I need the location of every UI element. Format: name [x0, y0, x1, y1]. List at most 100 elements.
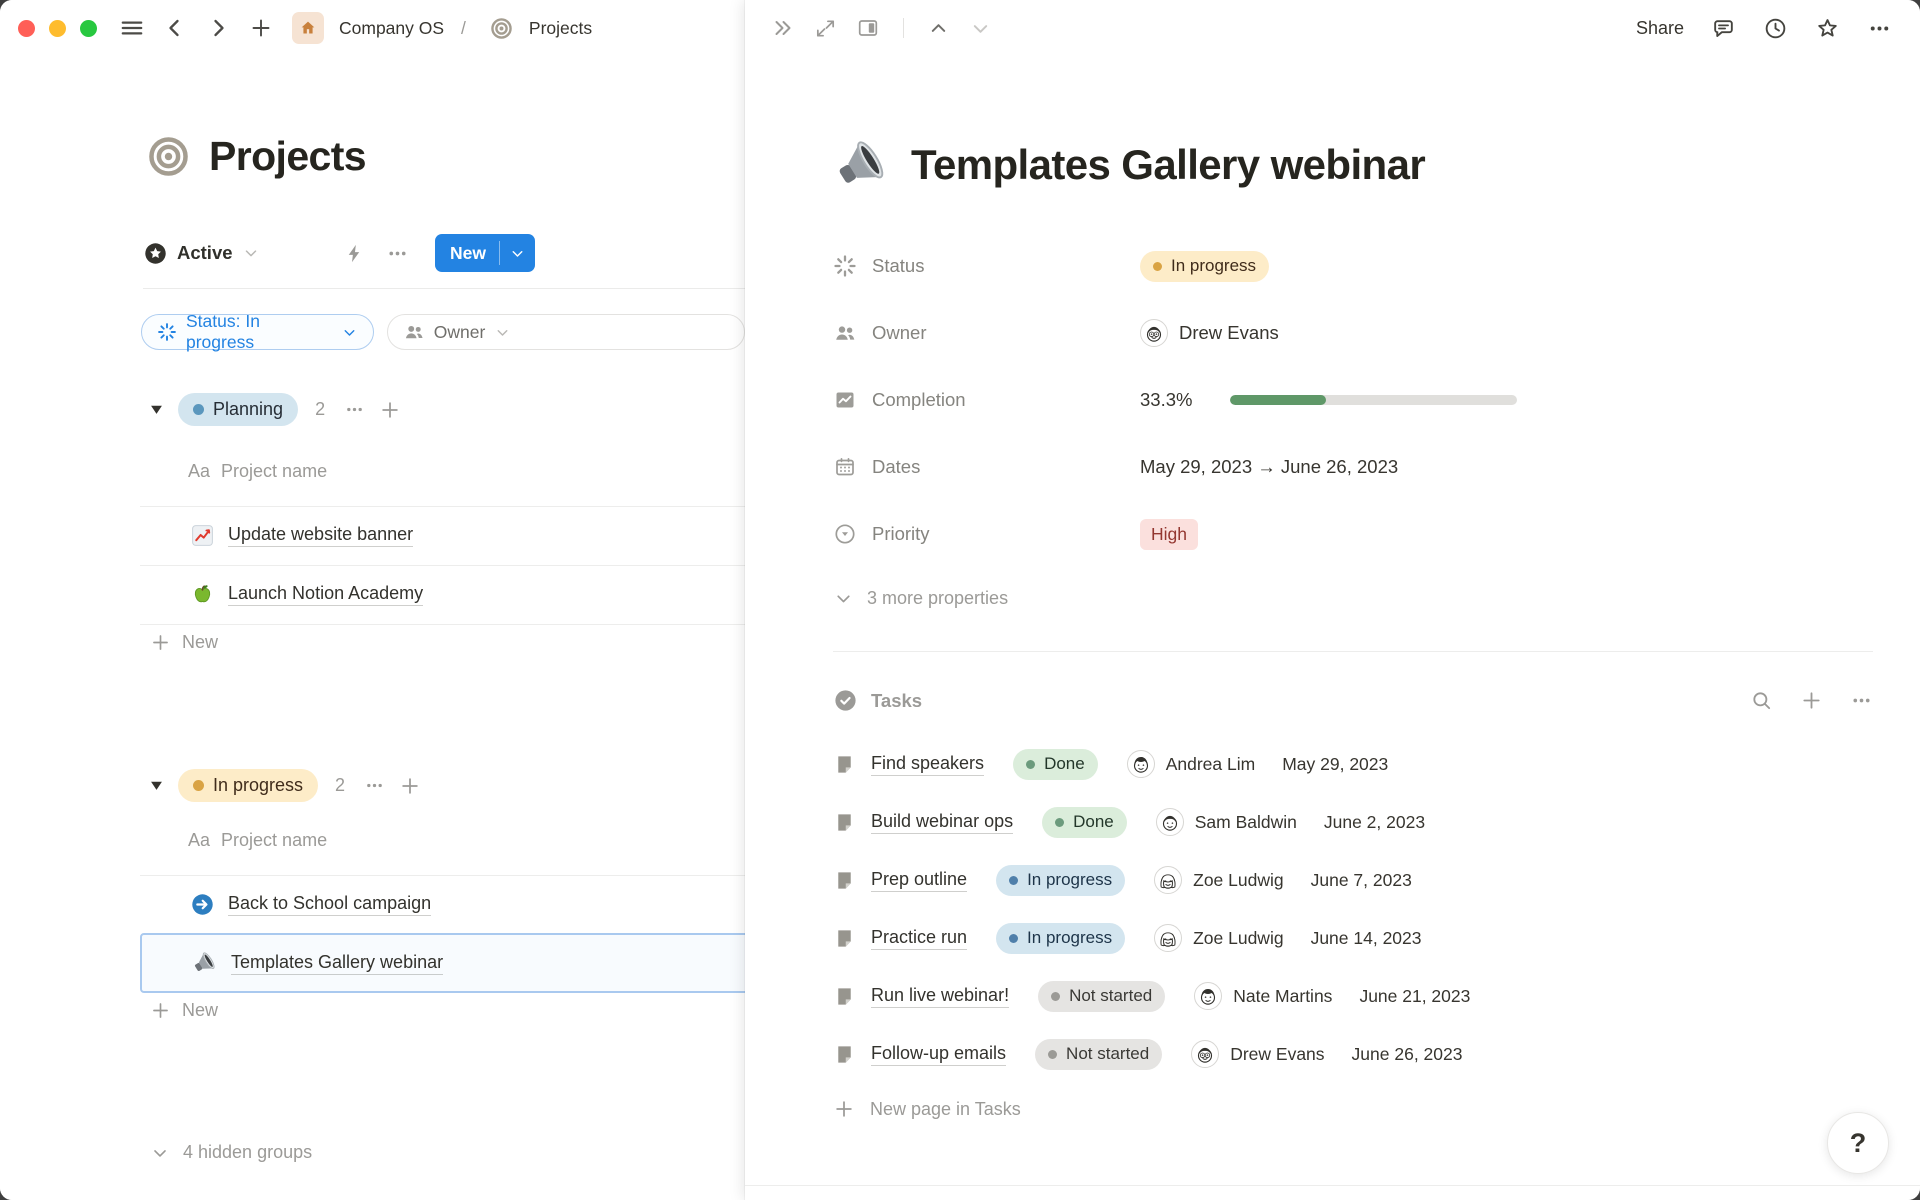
property-value[interactable]: Drew Evans — [1140, 319, 1279, 347]
page-title[interactable]: Templates Gallery webinar — [911, 141, 1425, 189]
group-options-button[interactable] — [364, 775, 385, 796]
property-label[interactable]: Dates — [833, 455, 1140, 479]
share-button[interactable]: Share — [1636, 18, 1684, 39]
task-date[interactable]: June 2, 2023 — [1324, 812, 1425, 833]
project-row[interactable]: Update website banner — [190, 506, 745, 564]
more-properties-toggle[interactable]: 3 more properties — [833, 588, 1873, 609]
automations-button[interactable] — [343, 242, 366, 265]
property-label[interactable]: Owner — [833, 321, 1140, 345]
project-row[interactable]: Launch Notion Academy — [190, 565, 745, 623]
expand-page-icon[interactable] — [814, 17, 837, 40]
breadcrumb-page[interactable]: Projects — [529, 18, 592, 39]
task-name[interactable]: Find speakers — [871, 753, 984, 776]
task-name[interactable]: Practice run — [871, 927, 967, 950]
sidebar-toggle-button[interactable] — [116, 12, 148, 44]
new-button-dropdown[interactable] — [500, 234, 535, 272]
task-name[interactable]: Build webinar ops — [871, 811, 1013, 834]
property-label[interactable]: Priority — [833, 522, 1140, 546]
collapse-triangle-icon[interactable] — [150, 779, 163, 792]
new-task-button[interactable]: New page in Tasks — [833, 1083, 1873, 1135]
more-options-icon[interactable] — [1867, 16, 1892, 41]
property-value[interactable]: May 29, 2023 → June 26, 2023 — [1140, 456, 1398, 478]
home-icon[interactable] — [292, 12, 324, 44]
minimize-window-button[interactable] — [49, 20, 66, 37]
task-row[interactable]: Find speakers Done Andrea Lim May 29, 20… — [833, 735, 1873, 793]
tasks-title[interactable]: Tasks — [871, 690, 922, 712]
task-status-tag[interactable]: In progress — [996, 923, 1125, 954]
task-status-tag[interactable]: Done — [1013, 749, 1098, 780]
task-name[interactable]: Follow-up emails — [871, 1043, 1006, 1066]
task-status-tag[interactable]: Done — [1042, 807, 1127, 838]
status-tag[interactable]: In progress — [1140, 251, 1269, 282]
project-title[interactable]: Launch Notion Academy — [228, 583, 423, 606]
task-status-tag[interactable]: Not started — [1038, 981, 1165, 1012]
property-label[interactable]: Status — [833, 254, 1140, 278]
breadcrumb-workspace[interactable]: Company OS — [339, 18, 444, 39]
task-row[interactable]: Prep outline In progress Zoe Ludwig June… — [833, 851, 1873, 909]
view-selector[interactable]: Active — [143, 241, 260, 266]
add-task-icon[interactable] — [1800, 689, 1823, 712]
close-peek-icon[interactable] — [771, 16, 795, 40]
project-row[interactable]: Back to School campaign — [190, 875, 745, 933]
help-button[interactable]: ? — [1827, 1112, 1889, 1174]
task-assignee[interactable]: Zoe Ludwig — [1154, 866, 1283, 894]
target-icon[interactable] — [145, 133, 192, 180]
group-tag-in-progress[interactable]: In progress — [178, 769, 318, 802]
task-row[interactable]: Practice run In progress Zoe Ludwig June… — [833, 909, 1873, 967]
previous-page-icon[interactable] — [927, 17, 950, 40]
task-row[interactable]: Run live webinar! Not started Nate Marti… — [833, 967, 1873, 1025]
task-assignee[interactable]: Nate Martins — [1194, 982, 1332, 1010]
search-icon[interactable] — [1750, 689, 1773, 712]
task-name[interactable]: Run live webinar! — [871, 985, 1009, 1008]
task-date[interactable]: June 21, 2023 — [1359, 986, 1470, 1007]
new-tab-button[interactable] — [245, 12, 277, 44]
owner-filter-pill[interactable]: Owner — [387, 314, 745, 350]
group-add-button[interactable] — [379, 399, 401, 421]
task-status-tag[interactable]: Not started — [1035, 1039, 1162, 1070]
comments-icon[interactable] — [1711, 16, 1736, 41]
close-window-button[interactable] — [18, 20, 35, 37]
new-row-button[interactable]: New — [150, 1000, 218, 1021]
property-label[interactable]: Completion — [833, 388, 1140, 412]
history-clock-icon[interactable] — [1763, 16, 1788, 41]
column-header[interactable]: Aa Project name — [188, 830, 327, 851]
group-add-button[interactable] — [399, 775, 421, 797]
priority-tag[interactable]: High — [1140, 519, 1198, 550]
property-value[interactable]: In progress — [1140, 251, 1269, 282]
new-button-label[interactable]: New — [435, 234, 499, 272]
collapse-triangle-icon[interactable] — [150, 403, 163, 416]
task-date[interactable]: June 26, 2023 — [1352, 1044, 1463, 1065]
side-peek-mode-icon[interactable] — [856, 16, 880, 40]
favorite-star-icon[interactable] — [1815, 16, 1840, 41]
database-title[interactable]: Projects — [209, 133, 366, 180]
task-date[interactable]: June 14, 2023 — [1311, 928, 1422, 949]
group-options-button[interactable] — [344, 399, 365, 420]
task-assignee[interactable]: Andrea Lim — [1127, 750, 1256, 778]
speaker-icon[interactable] — [833, 136, 891, 194]
task-assignee[interactable]: Drew Evans — [1191, 1040, 1324, 1068]
task-name[interactable]: Prep outline — [871, 869, 967, 892]
task-row[interactable]: Build webinar ops Done Sam Baldwin June … — [833, 793, 1873, 851]
task-row[interactable]: Follow-up emails Not started Drew Evans … — [833, 1025, 1873, 1083]
column-header[interactable]: Aa Project name — [188, 461, 327, 482]
task-assignee[interactable]: Sam Baldwin — [1156, 808, 1297, 836]
task-status-tag[interactable]: In progress — [996, 865, 1125, 896]
new-row-button[interactable]: New — [150, 632, 218, 653]
hidden-groups-toggle[interactable]: 4 hidden groups — [150, 1142, 312, 1163]
task-date[interactable]: June 7, 2023 — [1311, 870, 1412, 891]
new-entry-button[interactable]: New — [435, 234, 535, 272]
status-filter-pill[interactable]: Status: In progress — [141, 314, 374, 350]
zoom-window-button[interactable] — [80, 20, 97, 37]
project-title[interactable]: Back to School campaign — [228, 893, 431, 916]
back-button[interactable] — [159, 12, 191, 44]
forward-button[interactable] — [202, 12, 234, 44]
property-value[interactable]: High — [1140, 519, 1198, 550]
task-date[interactable]: May 29, 2023 — [1282, 754, 1388, 775]
group-tag-planning[interactable]: Planning — [178, 393, 298, 426]
property-value[interactable]: 33.3% — [1140, 389, 1517, 411]
project-title[interactable]: Update website banner — [228, 524, 413, 547]
project-title[interactable]: Templates Gallery webinar — [231, 952, 443, 975]
task-assignee[interactable]: Zoe Ludwig — [1154, 924, 1283, 952]
tasks-options-icon[interactable] — [1850, 689, 1873, 712]
project-row-selected[interactable]: Templates Gallery webinar — [140, 933, 745, 993]
